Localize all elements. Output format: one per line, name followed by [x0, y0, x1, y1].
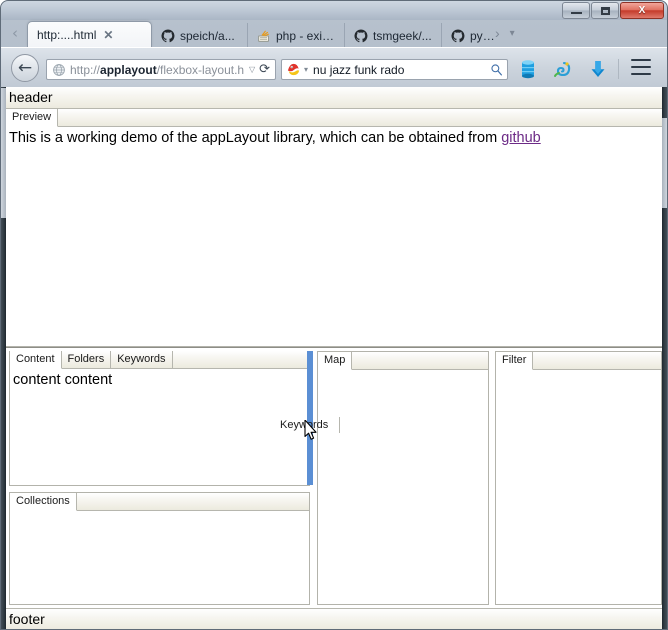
github-icon: [354, 28, 368, 42]
tab-scroll-back-icon[interactable]: ‹: [7, 24, 23, 42]
tab-map[interactable]: Map: [318, 352, 353, 370]
collections-panel: Collections: [9, 492, 310, 605]
search-input[interactable]: nu jazz funk rado: [313, 63, 490, 77]
page-viewport: header Preview This is a working demo of…: [6, 87, 662, 630]
maximize-button[interactable]: [591, 2, 619, 19]
tab-4-label: pyex: [470, 28, 495, 43]
filter-tabbar: Filter: [496, 352, 661, 370]
dragged-tab-ghost-separator: [339, 417, 340, 433]
map-panel: Map: [317, 351, 489, 605]
content-body: content content: [10, 369, 309, 485]
minimize-icon: [570, 12, 582, 14]
bottom-region: Content Folders Keywords content content: [6, 347, 662, 608]
spiral-snail-icon: [554, 61, 571, 77]
url-path: /flexbox-layout.h: [156, 62, 245, 77]
reload-icon[interactable]: ⟳: [259, 62, 272, 77]
preview-demo-text: This is a working demo of the appLayout …: [6, 127, 662, 148]
tab-keywords[interactable]: Keywords: [111, 351, 173, 368]
collections-tabbar-filler: [77, 493, 309, 510]
database-icon: [522, 60, 534, 79]
window-titlebar[interactable]: X: [0, 0, 668, 20]
url-text: http://applayout/flexbox-layout.h: [70, 63, 245, 77]
github-icon: [161, 28, 175, 42]
tab-2-label: php - exif...: [276, 28, 335, 43]
tab-overflow-controls: › ▾: [495, 25, 515, 41]
app-header: header: [6, 87, 662, 109]
php-icon: [258, 30, 269, 42]
tab-content[interactable]: Content: [10, 351, 62, 369]
navigation-toolbar: ← http://applayout/flexbox-layout.h ▽ ⟳: [0, 47, 668, 88]
maximize-icon: [600, 6, 610, 15]
preview-tabbar: Preview: [6, 109, 662, 127]
content-body-text: content content: [13, 372, 113, 388]
filter-panel: Filter: [495, 351, 662, 605]
content-tabbar: Content Folders Keywords: [10, 351, 309, 369]
tab-0[interactable]: http:....html ✕: [27, 21, 152, 48]
search-engine-chevron-icon[interactable]: ▾: [301, 65, 313, 74]
page-scrollbar-thumb-right[interactable]: [662, 118, 667, 208]
left-column: Content Folders Keywords content content: [6, 348, 313, 608]
map-tabbar-filler: [352, 352, 488, 369]
app-footer: footer: [6, 608, 662, 630]
tab-0-close-icon[interactable]: ✕: [103, 29, 113, 41]
back-button[interactable]: ←: [11, 54, 39, 82]
database-button[interactable]: [515, 56, 541, 82]
tab-0-label: http:....html: [37, 28, 97, 42]
map-tabbar: Map: [318, 352, 488, 370]
tab-list-all-icon[interactable]: ▾: [510, 28, 515, 39]
back-arrow-icon: ←: [17, 57, 33, 78]
tab-2[interactable]: php - exif...: [247, 23, 344, 48]
hamburger-bar-1: [631, 59, 651, 61]
preview-panel: Preview This is a working demo of the ap…: [6, 109, 662, 347]
preview-sentence: This is a working demo of the appLayout …: [9, 130, 502, 146]
url-bar[interactable]: http://applayout/flexbox-layout.h ▽ ⟳: [46, 59, 276, 80]
toolbar-separator: [618, 59, 619, 79]
url-host: applayout: [100, 62, 157, 77]
content-tabbar-filler: [173, 351, 309, 368]
close-icon: X: [638, 4, 646, 16]
minimize-button[interactable]: [562, 2, 590, 19]
search-engine-icon[interactable]: [286, 62, 301, 77]
search-bar[interactable]: ▾ nu jazz funk rado: [281, 59, 508, 80]
tab-list: http:....html ✕ speich/a... php - exif..…: [27, 18, 504, 48]
app-main-region: Preview This is a working demo of the ap…: [6, 109, 662, 608]
page-scrollbar-thumb-left[interactable]: [1, 88, 6, 218]
tab-3-label: tsmgeek/...: [373, 28, 432, 43]
tab-3[interactable]: tsmgeek/...: [344, 23, 441, 48]
app-layout-root: header Preview This is a working demo of…: [6, 87, 662, 630]
tab-filter[interactable]: Filter: [496, 352, 534, 370]
chevron-down-icon[interactable]: ▽: [245, 65, 259, 74]
browser-window: X ‹ http:....html ✕ speich/a... php - ex…: [0, 0, 668, 630]
close-button[interactable]: X: [620, 2, 664, 19]
tab-1-label: speich/a...: [180, 28, 235, 43]
globe-icon: [53, 63, 65, 76]
downloads-button[interactable]: [585, 56, 611, 82]
hamburger-bar-2: [631, 66, 651, 68]
filter-body: [496, 370, 661, 604]
tab-folders[interactable]: Folders: [62, 351, 112, 368]
hamburger-bar-3: [631, 73, 651, 75]
collections-tabbar: Collections: [10, 493, 309, 511]
snail-button[interactable]: [550, 56, 576, 82]
github-link[interactable]: github: [501, 130, 541, 146]
tab-1[interactable]: speich/a...: [152, 23, 247, 48]
preview-body: This is a working demo of the appLayout …: [6, 127, 662, 346]
tab-scroll-forward-icon[interactable]: ›: [495, 25, 500, 41]
downloads-arrow-icon: [591, 61, 605, 77]
magnifier-icon[interactable]: [490, 63, 503, 76]
tab-strip: ‹ http:....html ✕ speich/a... php - exif…: [0, 18, 668, 48]
url-scheme: http://: [70, 62, 101, 77]
filter-tabbar-filler: [533, 352, 661, 369]
mouse-cursor-icon: [304, 420, 317, 440]
preview-tabbar-filler: [58, 109, 662, 126]
tab-collections[interactable]: Collections: [10, 493, 77, 511]
github-icon: [451, 28, 465, 42]
map-body: [318, 370, 488, 604]
window-controls: X: [562, 2, 664, 19]
content-panel: Content Folders Keywords content content: [9, 351, 310, 486]
tab-preview[interactable]: Preview: [6, 109, 59, 127]
menu-button[interactable]: [631, 59, 651, 75]
collections-body: [10, 511, 309, 604]
